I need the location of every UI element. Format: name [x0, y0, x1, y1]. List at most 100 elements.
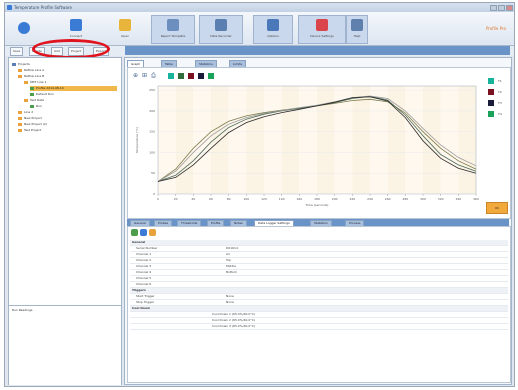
x-tick-label: 280 [402, 197, 408, 201]
property-value: None [226, 294, 234, 298]
brand-label: Profile Pro [485, 26, 506, 31]
save-button[interactable]: Save [10, 47, 24, 56]
tree-item[interactable]: Run [30, 104, 42, 109]
tree-node-icon [24, 80, 28, 84]
options-label: Options [267, 34, 279, 38]
tree-item-label: Projects [18, 62, 30, 66]
tree-item-label: Profile 2014-08-14 [36, 86, 64, 90]
property-name: Serial Number [136, 246, 158, 250]
tree-item[interactable]: Test Project [18, 128, 41, 133]
zone-band [246, 86, 264, 194]
temperature-chart: 0 50 100 150 200 250 0 20 40 60 80 100 120 140 160 180 2… [135, 85, 479, 207]
chart-ok-button[interactable]: OK [486, 202, 508, 214]
tree-item[interactable]: Test Data [24, 98, 44, 103]
zone-band [264, 86, 282, 194]
app-menu-button[interactable] [11, 15, 37, 44]
zone-band [228, 86, 247, 194]
tree-item-label: Reflow Line A [24, 68, 45, 72]
zone-band [352, 86, 370, 194]
tree-node-icon [18, 74, 22, 78]
readings-panel: Run Readings [9, 305, 121, 385]
details-tabs: General Probes Thresholds Profile Notes … [127, 219, 509, 227]
tree-node-icon [12, 62, 16, 66]
tree-item[interactable]: New Project [18, 116, 42, 121]
tree-item[interactable]: Default Run [30, 92, 54, 97]
x-tick-label: 180 [314, 197, 320, 201]
x-tick-label: 160 [296, 197, 302, 201]
tree-item[interactable]: Reflow Line B [18, 74, 44, 79]
recorder-icon [215, 19, 227, 31]
property-value: Top [226, 258, 232, 262]
tree-item[interactable]: Line 2 [18, 110, 33, 115]
property-name: Channel 1 [136, 252, 152, 256]
edit-icon[interactable] [131, 229, 138, 236]
help-button[interactable]: Help [346, 15, 368, 44]
open-button[interactable]: Open [109, 15, 141, 44]
x-tick-label: 240 [367, 197, 373, 201]
x-tick-label: 60 [209, 197, 213, 201]
legend-swatch[interactable] [488, 78, 494, 84]
data-recorder-button[interactable]: Data Recorder [199, 15, 243, 44]
tree-node-icon [30, 104, 34, 108]
tree-item[interactable]: Profile 2014-08-14 [30, 86, 117, 91]
y-axis-label: Temperature (°C) [135, 127, 139, 154]
y-tick-label: 0 [153, 192, 155, 196]
settings-icon[interactable] [149, 229, 156, 236]
data-recorder-label: Data Recorder [210, 34, 232, 38]
x-tick-label: 120 [261, 197, 267, 201]
property-value: Bottom [226, 270, 238, 274]
x-tick-label: 0 [157, 197, 159, 201]
legend-swatch[interactable] [488, 100, 494, 106]
maximize-button[interactable] [498, 5, 505, 11]
app-icon [7, 5, 12, 10]
y-tick-label: 250 [149, 88, 155, 92]
property-name: General [132, 240, 146, 244]
app-window: Temperature Profile Software Connect Ope… [4, 2, 515, 387]
property-row[interactable]: Cool Down 3 (65.0%/40.0°C) [130, 324, 508, 330]
device-settings-button[interactable]: Device Settings [298, 15, 346, 44]
tree-item-label: Run [36, 104, 42, 108]
chart-area: ⊕ ⊞ ⎙ 0 50 100 150 200 250 0 20 40 60 80 100 120 140 1… [127, 67, 511, 219]
legend-swatch[interactable] [488, 89, 494, 95]
tree-item-label: Reflow Line B [24, 74, 45, 78]
x-tick-label: 360 [473, 197, 479, 201]
zone-band [281, 86, 300, 194]
x-tick-label: 300 [420, 197, 426, 201]
legend-swatch[interactable] [488, 111, 494, 117]
minimize-button[interactable] [490, 5, 497, 11]
tree-item[interactable]: New Project (2) [18, 122, 47, 127]
properties-panel: General Serial Number D01614 Channel 1 Air Ch… [127, 226, 511, 383]
close-button[interactable] [506, 5, 513, 11]
property-value: Cool Down 2 (65.0%/40.0°C) [212, 318, 256, 322]
tree-node-icon [24, 98, 28, 102]
report-template-button[interactable]: Report Template [151, 15, 195, 44]
y-tick-label: 200 [149, 109, 155, 113]
tree-node-icon [30, 86, 34, 90]
tree-item-label: New Project [24, 116, 42, 120]
property-name: Start Trigger [136, 294, 155, 298]
tree-item-label: New Project (2) [24, 122, 47, 126]
refresh-icon[interactable] [140, 229, 147, 236]
report-template-label: Report Template [160, 34, 186, 38]
tree-item-label: Test Project [24, 128, 42, 132]
window-title: Temperature Profile Software [14, 5, 72, 10]
x-tick-label: 140 [279, 197, 285, 201]
tree-item[interactable]: SMT Line 1 [24, 80, 46, 85]
options-button[interactable]: Options [253, 15, 293, 44]
tree-item[interactable]: Reflow Line A [18, 68, 44, 73]
zone-band [440, 86, 459, 194]
legend-label: T1 [498, 79, 502, 83]
property-name: Channel 5 [136, 276, 152, 280]
property-name: Channel 3 [136, 264, 152, 268]
tree-item[interactable]: Projects [12, 62, 30, 67]
legend-label: T3 [498, 101, 502, 105]
x-tick-label: 260 [385, 197, 391, 201]
project-tree-panel: Projects Reflow Line A Reflow Line B SMT Li… [8, 57, 122, 385]
highlight-annotation [32, 39, 110, 59]
property-value: None [226, 300, 234, 304]
property-value: Air [226, 252, 231, 256]
device-icon [316, 19, 328, 31]
y-tick-label: 150 [149, 130, 155, 134]
property-name: Channel 2 [136, 258, 152, 262]
tree-item-label: Test Data [30, 98, 45, 102]
